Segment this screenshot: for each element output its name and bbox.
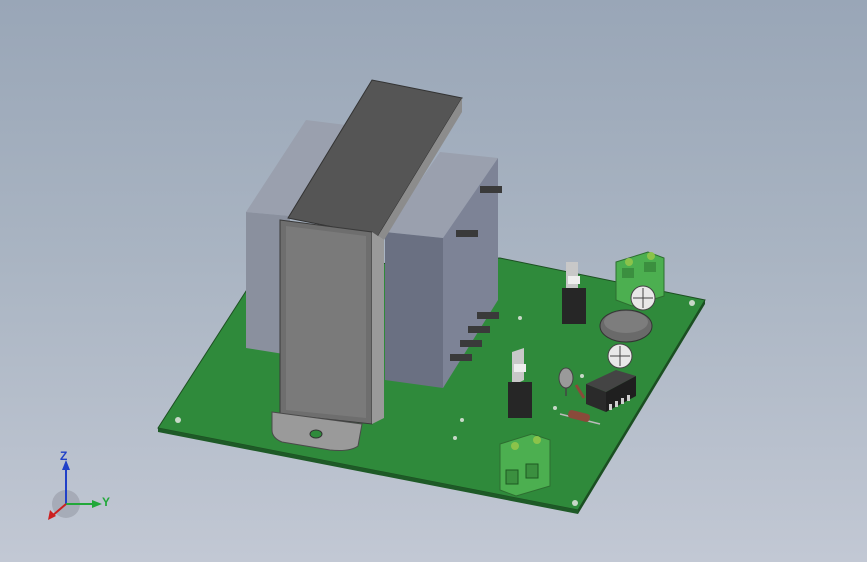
mounting-hole	[175, 417, 181, 423]
via	[460, 418, 464, 422]
mounting-hole	[689, 300, 695, 306]
via	[580, 374, 584, 378]
terminal-block-bottom[interactable]	[499, 433, 551, 497]
capacitor-2[interactable]	[607, 343, 633, 369]
y-axis-label: Y	[102, 495, 110, 509]
y-arrow-icon	[92, 500, 102, 508]
mounting-hole	[572, 500, 578, 506]
capacitor-large[interactable]	[599, 309, 653, 343]
3d-viewport[interactable]: Z Y	[0, 0, 867, 562]
via	[518, 316, 522, 320]
via	[453, 436, 457, 440]
orientation-triad[interactable]: Z Y	[40, 446, 120, 526]
z-axis-label: Z	[60, 449, 67, 463]
pcb-assembly-model[interactable]	[0, 0, 867, 562]
via	[553, 406, 557, 410]
capacitor-1[interactable]	[630, 285, 656, 311]
